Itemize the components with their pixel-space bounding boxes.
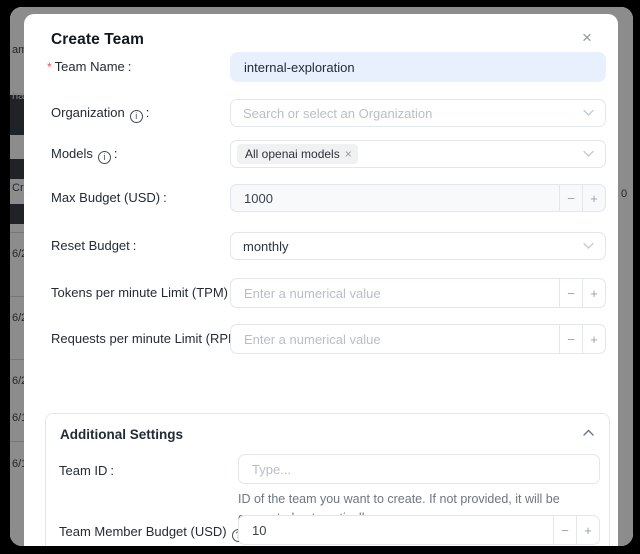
minus-icon[interactable]: − (559, 325, 582, 353)
chevron-down-icon (583, 151, 594, 158)
minus-icon[interactable]: − (559, 185, 582, 211)
team-member-budget-stepper: − + (238, 515, 600, 545)
team-name-control (230, 52, 606, 82)
reset-budget-select[interactable]: monthly (230, 232, 606, 260)
reset-budget-control: monthly (230, 232, 606, 260)
create-team-modal: Create Team × *Team Name: Organizationi:… (24, 14, 618, 546)
plus-icon[interactable]: + (582, 279, 605, 307)
info-icon[interactable]: i (98, 151, 111, 164)
plus-icon[interactable]: + (576, 516, 599, 544)
models-multiselect[interactable]: All openai models × (230, 140, 606, 168)
max-budget-stepper: − + (230, 184, 606, 212)
max-budget-input[interactable] (231, 185, 559, 211)
tpm-input[interactable] (231, 279, 559, 307)
organization-control: Search or select an Organization (230, 99, 606, 127)
app-window: am har Cre 6/2 6/2 6/2 6/1 6/1 0 Create … (10, 7, 633, 546)
tpm-label: Tokens per minute Limit (TPM): (51, 285, 235, 300)
team-member-budget-input[interactable] (239, 516, 553, 544)
team-id-label: Team ID: (59, 463, 114, 478)
rpm-input[interactable] (231, 325, 559, 353)
additional-settings-section: Additional Settings Team ID: ID of the t… (45, 413, 610, 546)
chevron-down-icon (583, 110, 594, 117)
organization-select[interactable]: Search or select an Organization (230, 99, 606, 127)
rpm-stepper: − + (230, 324, 606, 354)
minus-icon[interactable]: − (559, 279, 582, 307)
models-control: All openai models × (230, 140, 606, 168)
organization-label: Organizationi: (51, 105, 149, 123)
rpm-control: − + (230, 324, 606, 354)
tpm-stepper: − + (230, 278, 606, 308)
additional-settings-title: Additional Settings (60, 427, 183, 442)
plus-icon[interactable]: + (582, 325, 605, 353)
close-icon[interactable]: × (576, 27, 598, 49)
plus-icon[interactable]: + (582, 185, 605, 211)
model-tag: All openai models × (237, 144, 358, 164)
tag-close-icon[interactable]: × (345, 147, 352, 161)
model-tag-label: All openai models (245, 147, 340, 161)
chevron-up-icon[interactable] (583, 429, 594, 436)
team-name-label: *Team Name: (47, 59, 131, 74)
modal-title: Create Team (51, 31, 144, 49)
chevron-down-icon (583, 243, 594, 250)
reset-budget-label: Reset Budget: (51, 238, 136, 253)
max-budget-label: Max Budget (USD): (51, 190, 167, 205)
max-budget-control: − + (230, 184, 606, 212)
team-name-input[interactable] (230, 52, 606, 82)
minus-icon[interactable]: − (553, 516, 576, 544)
team-id-input[interactable] (238, 454, 600, 484)
required-marker: * (47, 60, 52, 74)
organization-placeholder: Search or select an Organization (243, 106, 432, 121)
team-member-budget-control: − + (238, 515, 600, 545)
models-label: Modelsi: (51, 146, 118, 164)
rpm-label: Requests per minute Limit (RPM): (51, 331, 250, 346)
team-id-control (238, 454, 600, 484)
team-member-budget-label: Team Member Budget (USD)?: (59, 524, 251, 542)
tpm-control: − + (230, 278, 606, 308)
reset-budget-value: monthly (243, 239, 289, 254)
info-icon[interactable]: i (130, 110, 143, 123)
